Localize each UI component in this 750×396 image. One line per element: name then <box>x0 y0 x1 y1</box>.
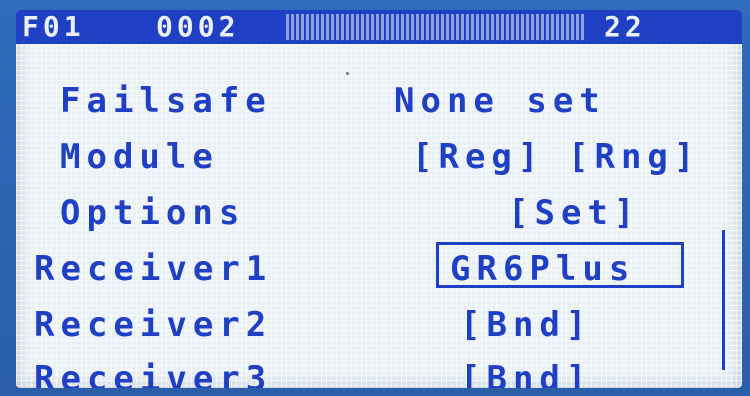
receiver1-label: Receiver1 <box>34 249 273 289</box>
failsafe-label: Failsafe <box>60 81 272 121</box>
status-bar: F01 0002 22 <box>16 10 742 44</box>
status-bar-fill <box>286 14 586 40</box>
receiver3-bind-button[interactable]: [Bnd] <box>460 362 592 388</box>
receiver1-value[interactable]: GR6Plus <box>450 252 635 286</box>
module-range-button[interactable]: [Rng] <box>568 140 700 174</box>
options-set-button[interactable]: [Set] <box>508 196 640 230</box>
model-number: F01 <box>22 10 85 43</box>
receiver2-bind-button[interactable]: [Bnd] <box>460 308 592 342</box>
failsafe-value[interactable]: None set <box>394 84 606 118</box>
receiver3-label: Receiver3 <box>34 359 273 388</box>
model-name: 0002 <box>156 10 240 43</box>
scrollbar[interactable] <box>722 230 725 370</box>
receiver2-label: Receiver2 <box>34 305 273 345</box>
lcd-screen: F01 0002 22 Failsafe None set Module [Re… <box>16 10 742 388</box>
status-value: 22 <box>604 10 646 43</box>
module-register-button[interactable]: [Reg] <box>412 140 544 174</box>
screen-speck <box>346 72 349 75</box>
module-label: Module <box>60 137 219 177</box>
options-label: Options <box>60 193 246 233</box>
